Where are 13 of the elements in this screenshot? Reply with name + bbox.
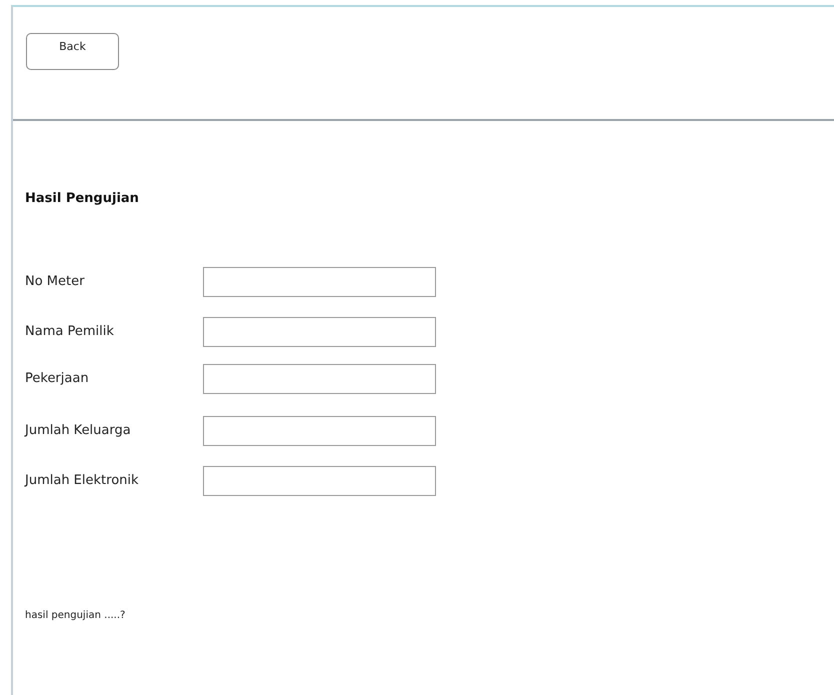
back-button[interactable]: Back — [26, 33, 119, 70]
field-label: Nama Pemilik — [25, 322, 115, 341]
input-field[interactable] — [203, 316, 436, 346]
form-title: Hasil Pengujian — [25, 190, 140, 208]
field-label: No Meter — [25, 272, 86, 291]
field-label: Jumlah Keluarga — [25, 422, 132, 440]
field-label: Pekerjaan — [25, 370, 90, 388]
field-label: Jumlah Elektronik — [25, 472, 140, 490]
input-field[interactable] — [203, 466, 436, 496]
input-field[interactable] — [203, 364, 436, 394]
input-field[interactable] — [203, 416, 436, 446]
result-text: hasil pengujian .....? — [25, 608, 126, 622]
input-field[interactable] — [203, 266, 436, 296]
